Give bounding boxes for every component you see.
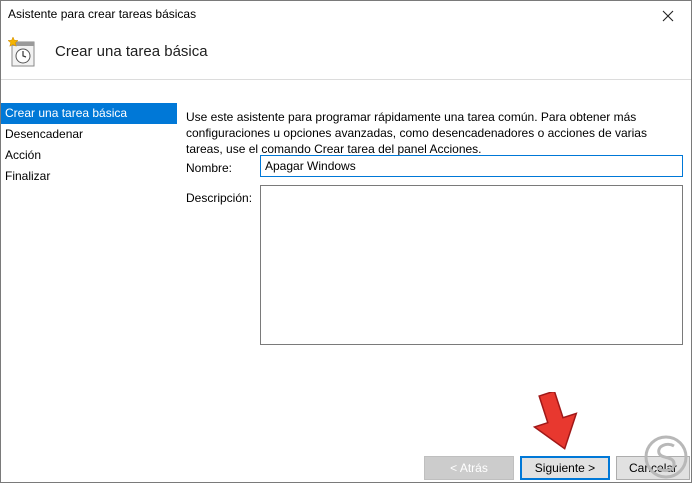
next-button[interactable]: Siguiente > [520,456,610,480]
nav-step-accion[interactable]: Acción [1,145,177,166]
task-scheduler-icon [7,36,35,67]
nav-step-finalizar[interactable]: Finalizar [1,166,177,187]
intro-text: Use este asistente para programar rápida… [186,110,647,156]
name-field[interactable] [260,155,683,177]
description-field[interactable] [260,185,683,345]
close-icon [662,10,674,22]
window-title: Asistente para crear tareas básicas [8,7,197,21]
name-label: Nombre: [186,161,233,175]
nav-step-desencadenar[interactable]: Desencadenar [1,124,177,145]
wizard-steps-nav: Crear una tarea básica Desencadenar Acci… [1,103,177,187]
close-button[interactable] [645,1,691,31]
pointer-arrow-icon [532,392,578,450]
nav-step-crear-tarea[interactable]: Crear una tarea básica [1,103,177,124]
page-title: Crear una tarea básica [55,43,208,60]
wizard-header: Crear una tarea básica [1,31,691,80]
title-bar: Asistente para crear tareas básicas [1,1,691,31]
watermark-logo-icon [644,435,688,479]
wizard-window: Asistente para crear tareas básicas Crea… [0,0,692,483]
back-button[interactable]: < Atrás [424,456,514,480]
description-label: Descripción: [186,191,253,205]
